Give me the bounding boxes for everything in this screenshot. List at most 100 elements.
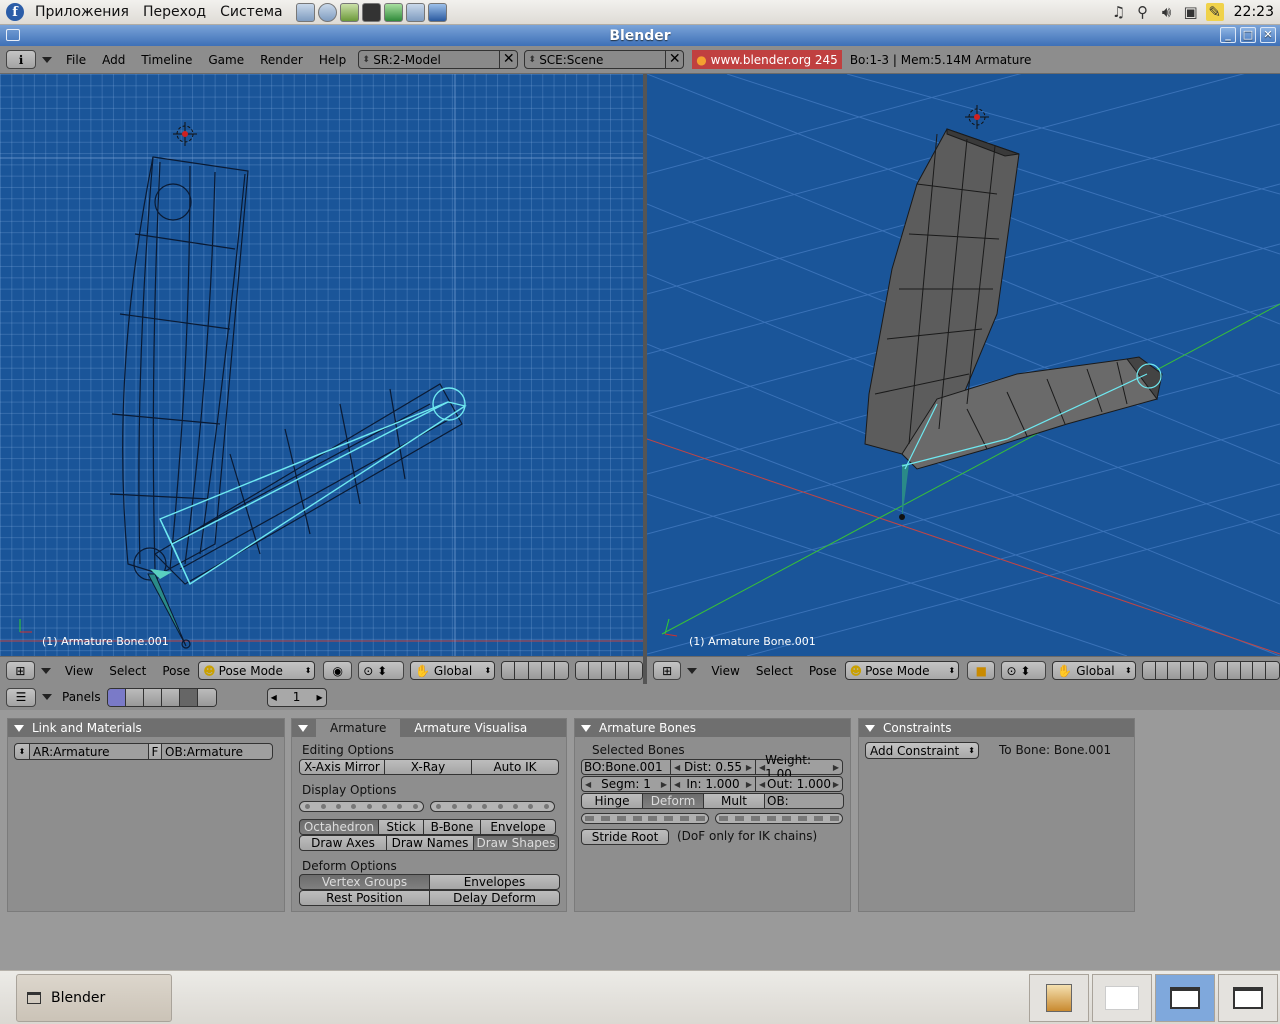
bone-layers-2[interactable]: [715, 813, 843, 824]
scene-selector[interactable]: ⬍ SCE:Scene ✕: [524, 50, 685, 69]
envelope-toggle[interactable]: Envelope: [480, 819, 556, 835]
screen-selector[interactable]: ⬍ SR:2-Model ✕: [358, 50, 519, 69]
collapse-triangle-icon[interactable]: [581, 724, 591, 732]
editing-icon[interactable]: [179, 688, 198, 706]
menu-select[interactable]: Select: [101, 664, 154, 678]
scene-field[interactable]: SCE:Scene: [539, 53, 665, 67]
mode-select[interactable]: ☻ Pose Mode ⬍: [844, 661, 960, 680]
pivot-icon[interactable]: ⊙ ⬍: [358, 661, 404, 680]
layer-buttons[interactable]: [501, 661, 570, 680]
viewport-right[interactable]: (1) Armature Bone.001: [647, 74, 1280, 656]
bone-name-field[interactable]: BO:Bone.001: [581, 759, 671, 775]
terminal-icon[interactable]: [361, 2, 381, 22]
menu-view[interactable]: View: [57, 664, 101, 678]
settings-icon[interactable]: [405, 2, 425, 22]
mode-select[interactable]: ☻ Pose Mode ⬍: [198, 661, 316, 680]
script-icon[interactable]: [125, 688, 144, 706]
window-menu-icon[interactable]: [6, 29, 20, 41]
orientation-select[interactable]: ✋ Global ⬍: [409, 661, 496, 680]
armature-layers-1[interactable]: [299, 801, 424, 812]
maximize-icon[interactable]: □: [1240, 27, 1256, 43]
view-type-icon[interactable]: ⊞: [653, 661, 682, 680]
mult-toggle[interactable]: Mult: [703, 793, 765, 809]
music-icon[interactable]: ♫: [1110, 3, 1128, 21]
in-field[interactable]: ◀ In: 1.000 ▶: [670, 776, 756, 792]
draw-axes-toggle[interactable]: Draw Axes: [299, 835, 387, 851]
menu-system[interactable]: Система: [213, 4, 289, 20]
ob-field[interactable]: OB:: [764, 793, 844, 809]
menu-add[interactable]: Add: [94, 53, 133, 67]
collapse-triangle-icon[interactable]: [298, 724, 308, 732]
menu-select[interactable]: Select: [748, 664, 801, 678]
volume-icon[interactable]: 🔊︎: [1158, 3, 1176, 21]
viewport-left[interactable]: (1) Armature Bone.001: [0, 74, 643, 656]
draw-shapes-toggle[interactable]: Draw Shapes: [473, 835, 559, 851]
menu-pose[interactable]: Pose: [801, 664, 845, 678]
window-titlebar[interactable]: Blender _ □ ✕: [0, 25, 1280, 46]
frame-value[interactable]: 1: [293, 690, 301, 704]
draw-type-icon[interactable]: ■: [967, 661, 996, 680]
deform-toggle[interactable]: Deform: [642, 793, 704, 809]
delete-screen-icon[interactable]: ✕: [499, 51, 517, 68]
draw-type-icon[interactable]: ◉: [323, 661, 353, 680]
search-icon[interactable]: ⚲: [1134, 3, 1152, 21]
clock[interactable]: 22:23: [1234, 4, 1274, 20]
minimize-icon[interactable]: _: [1220, 27, 1236, 43]
menu-game[interactable]: Game: [200, 53, 252, 67]
delete-scene-icon[interactable]: ✕: [665, 51, 683, 68]
add-constraint-menu[interactable]: Add Constraint ⬍: [865, 742, 979, 759]
panels-label[interactable]: Panels: [62, 690, 101, 704]
view-type-icon[interactable]: ⊞: [6, 661, 35, 680]
updown-icon[interactable]: ⬍: [359, 55, 373, 65]
image-viewer-icon[interactable]: [383, 2, 403, 22]
panel-title[interactable]: Constraints: [859, 719, 1134, 737]
menu-places[interactable]: Переход: [136, 4, 213, 20]
menu-timeline[interactable]: Timeline: [133, 53, 200, 67]
buttons-window-icon[interactable]: ☰: [6, 687, 36, 707]
network-icon[interactable]: ▣: [1182, 3, 1200, 21]
menu-help[interactable]: Help: [311, 53, 354, 67]
blender-url[interactable]: ● www.blender.org 245: [692, 50, 842, 69]
octahedron-toggle[interactable]: Octahedron: [299, 819, 379, 835]
menu-applications[interactable]: Приложения: [28, 4, 136, 20]
rest-position-toggle[interactable]: Rest Position: [299, 890, 430, 906]
fake-user-button[interactable]: F: [148, 743, 162, 760]
screen-field[interactable]: SR:2-Model: [373, 53, 499, 67]
workspace-4[interactable]: [1218, 974, 1278, 1022]
collapse-menu-icon[interactable]: [40, 667, 51, 674]
context-buttons[interactable]: [106, 687, 217, 707]
panel-title[interactable]: Armature Bones: [575, 719, 850, 737]
segm-field[interactable]: ◀ Segm: 1 ▶: [581, 776, 671, 792]
shading-icon[interactable]: [143, 688, 162, 706]
layer-buttons-2[interactable]: [575, 661, 643, 680]
logic-icon[interactable]: [107, 688, 126, 706]
info-icon[interactable]: ℹ: [6, 50, 36, 69]
notes-icon[interactable]: ✎: [1205, 3, 1224, 21]
file-manager-icon[interactable]: [295, 2, 315, 22]
arrow-right-icon[interactable]: ▶: [316, 693, 322, 702]
vertex-groups-toggle[interactable]: Vertex Groups: [299, 874, 430, 890]
menu-render[interactable]: Render: [252, 53, 311, 67]
arrow-left-icon[interactable]: ◀: [271, 693, 277, 702]
bbone-toggle[interactable]: B-Bone: [423, 819, 481, 835]
out-field[interactable]: ◀ Out: 1.000 ▶: [755, 776, 843, 792]
stick-toggle[interactable]: Stick: [378, 819, 424, 835]
weight-field[interactable]: ◀ Weight: 1.00 ▶: [755, 753, 843, 781]
layer-buttons[interactable]: [1141, 661, 1208, 680]
collapse-menu-icon[interactable]: [42, 694, 52, 700]
collapse-menu-icon[interactable]: [42, 56, 52, 63]
workspace-3[interactable]: [1155, 974, 1215, 1022]
web-browser-icon[interactable]: [317, 2, 337, 22]
workspace-1[interactable]: [1029, 974, 1089, 1022]
orientation-select[interactable]: ✋ Global ⬍: [1052, 661, 1136, 680]
updown-icon[interactable]: ⬍: [525, 55, 539, 65]
draw-names-toggle[interactable]: Draw Names: [386, 835, 474, 851]
hinge-toggle[interactable]: Hinge: [581, 793, 643, 809]
envelopes-toggle[interactable]: Envelopes: [429, 874, 560, 890]
layer-buttons-2[interactable]: [1213, 661, 1280, 680]
x-ray-toggle[interactable]: X-Ray: [384, 759, 472, 775]
x-axis-mirror-toggle[interactable]: X-Axis Mirror: [299, 759, 385, 775]
collapse-triangle-icon[interactable]: [14, 724, 24, 732]
panel-title[interactable]: Link and Materials: [8, 719, 284, 737]
auto-ik-toggle[interactable]: Auto IK: [471, 759, 559, 775]
